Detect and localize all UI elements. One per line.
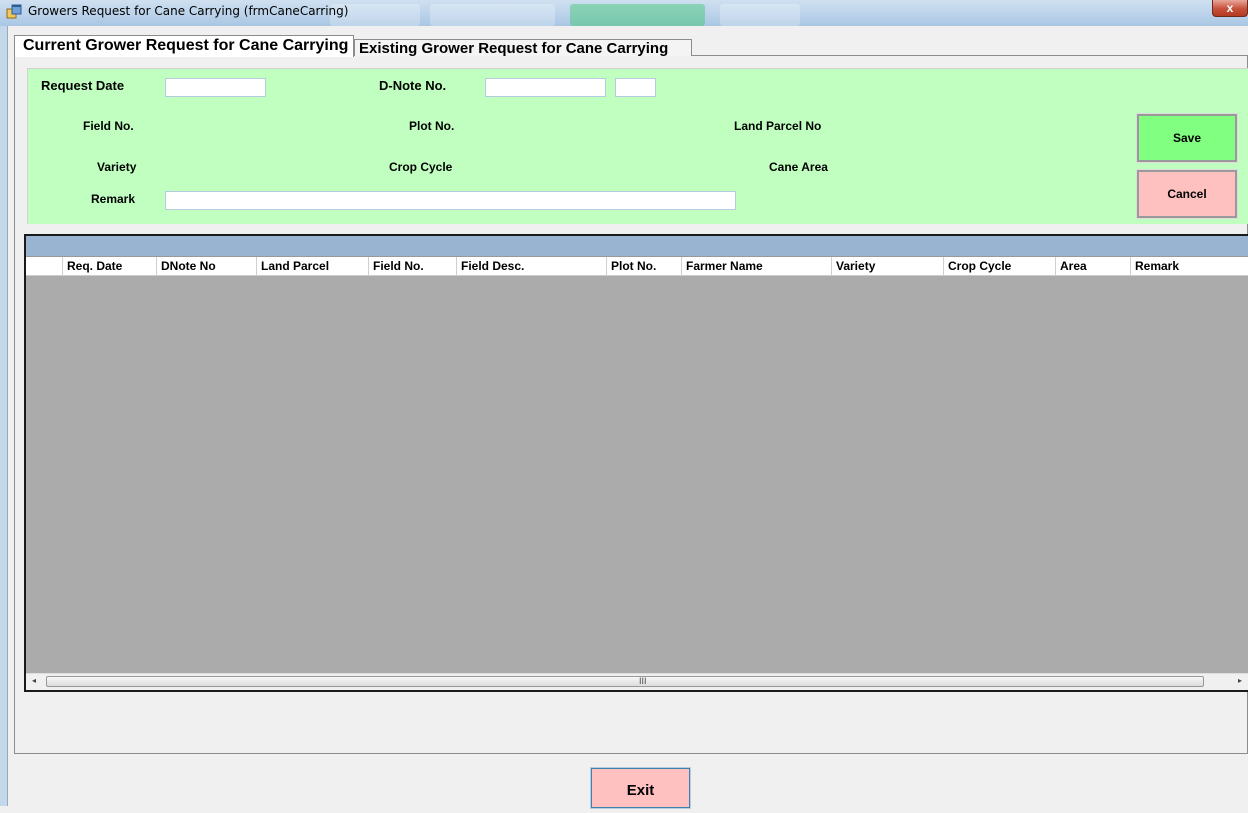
requests-grid[interactable]: Req. Date DNote No Land Parcel Field No.… <box>24 234 1248 692</box>
column-header-variety[interactable]: Variety <box>831 257 943 276</box>
cancel-button[interactable]: Cancel <box>1136 169 1238 219</box>
app-form-icon[interactable] <box>6 4 22 20</box>
row-header-column[interactable] <box>26 257 62 276</box>
column-header-land-parcel[interactable]: Land Parcel <box>256 257 368 276</box>
column-header-field-no[interactable]: Field No. <box>368 257 456 276</box>
crop-cycle-label: Crop Cycle <box>389 160 453 174</box>
save-button[interactable]: Save <box>1136 113 1238 163</box>
window-left-border <box>0 26 8 806</box>
column-header-crop-cycle[interactable]: Crop Cycle <box>943 257 1055 276</box>
background-window-ghost <box>720 4 800 26</box>
request-date-label: Request Date <box>41 78 125 93</box>
tab-current-request[interactable]: Current Grower Request for Cane Carrying <box>14 35 354 57</box>
column-header-field-desc[interactable]: Field Desc. <box>456 257 606 276</box>
background-window-ghost <box>430 4 555 26</box>
window-title: Growers Request for Cane Carrying (frmCa… <box>28 4 349 18</box>
grid-caption-bar <box>26 236 1248 256</box>
column-header-area[interactable]: Area <box>1055 257 1130 276</box>
field-no-label: Field No. <box>83 119 134 133</box>
remark-label: Remark <box>91 192 136 206</box>
dnote-suffix-input[interactable] <box>615 78 656 97</box>
variety-label: Variety <box>97 160 137 174</box>
plot-no-label: Plot No. <box>409 119 455 133</box>
tab-existing-request[interactable]: Existing Grower Request for Cane Carryin… <box>354 39 692 56</box>
column-header-req-date[interactable]: Req. Date <box>62 257 156 276</box>
background-window-ghost <box>570 4 705 26</box>
scroll-grip-icon: III <box>639 676 647 686</box>
close-icon: x <box>1226 1 1234 15</box>
remark-input[interactable] <box>165 191 736 210</box>
dnote-input[interactable] <box>485 78 606 97</box>
scroll-right-icon[interactable]: ▸ <box>1238 676 1242 685</box>
cane-area-label: Cane Area <box>769 160 828 174</box>
column-header-plot-no[interactable]: Plot No. <box>606 257 681 276</box>
dnote-label: D-Note No. <box>379 78 447 93</box>
scroll-left-icon[interactable]: ◂ <box>32 676 36 685</box>
land-parcel-label: Land Parcel No <box>734 119 822 133</box>
column-header-farmer-name[interactable]: Farmer Name <box>681 257 831 276</box>
scroll-thumb[interactable]: III <box>46 676 1204 687</box>
close-button[interactable]: x <box>1212 0 1248 17</box>
grid-header-row: Req. Date DNote No Land Parcel Field No.… <box>26 256 1248 276</box>
grid-horizontal-scrollbar[interactable]: ◂ III ▸ <box>26 673 1248 690</box>
exit-button[interactable]: Exit <box>590 767 691 809</box>
request-date-input[interactable] <box>165 78 266 97</box>
column-header-dnote-no[interactable]: DNote No <box>156 257 256 276</box>
column-header-remark[interactable]: Remark <box>1130 257 1248 276</box>
